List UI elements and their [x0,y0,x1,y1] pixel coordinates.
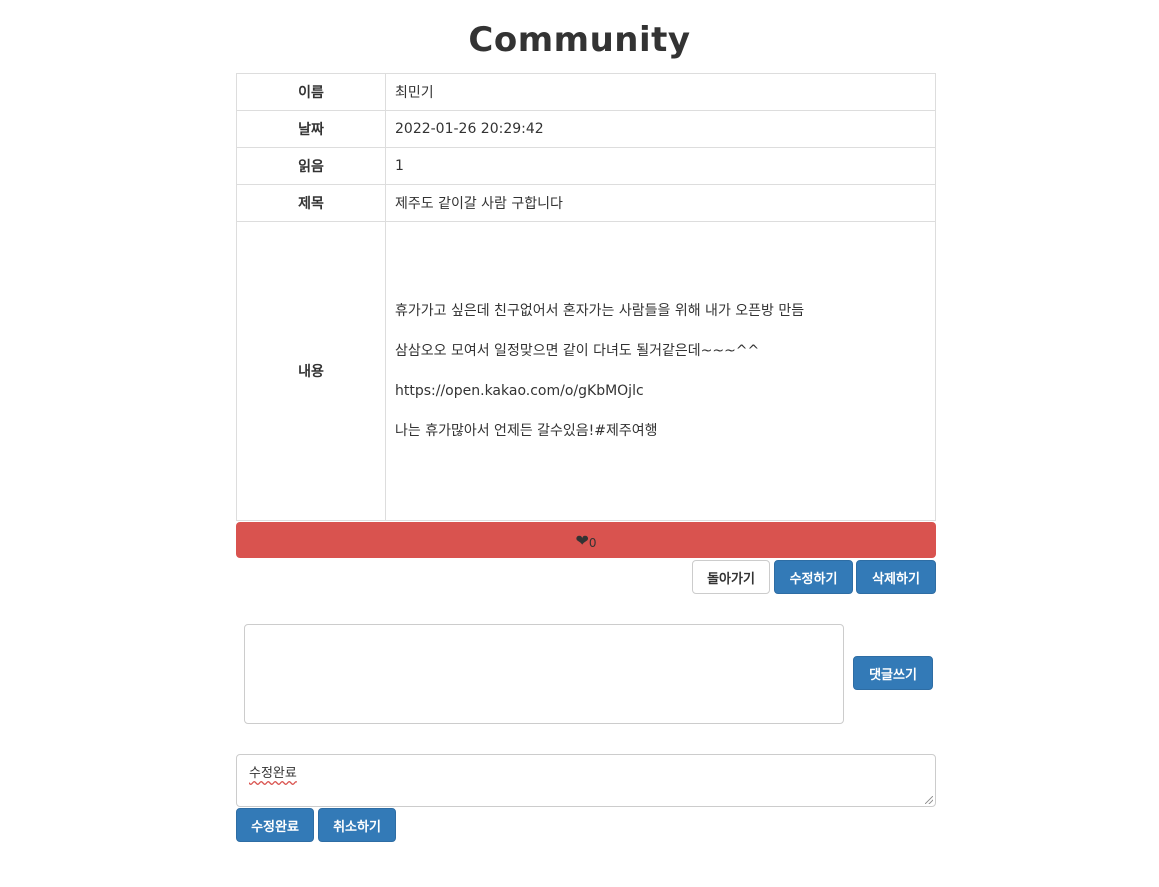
content-body: 휴가가고 싶은데 친구없어서 혼자가는 사람들을 위해 내가 오픈방 만듬 삼삼… [385,221,936,521]
page-title: Community [468,20,691,60]
table-row: 읽음 1 [236,147,936,185]
edit-comment-text: 수정완료 [249,766,297,781]
like-button[interactable]: ❤ 0 [236,522,936,558]
date-label: 날짜 [236,110,386,148]
name-label: 이름 [236,73,386,111]
table-row: 날짜 2022-01-26 20:29:42 [236,110,936,148]
heart-icon: ❤ [575,530,589,550]
content-line: 휴가가고 싶은데 친구없어서 혼자가는 사람들을 위해 내가 오픈방 만듬 [395,303,805,319]
cancel-edit-button[interactable]: 취소하기 [318,808,396,842]
confirm-edit-button[interactable]: 수정완료 [236,808,314,842]
views-value: 1 [385,147,936,185]
table-row: 내용 휴가가고 싶은데 친구없어서 혼자가는 사람들을 위해 내가 오픈방 만듬… [236,221,936,521]
like-count: 0 [588,536,597,550]
comment-input[interactable] [244,624,844,724]
content-line: 나는 휴가많아서 언제든 갈수있음!#제주여행 [395,423,658,439]
name-value: 최민기 [385,73,936,111]
subject-label: 제목 [236,184,386,222]
edit-button[interactable]: 수정하기 [774,560,853,594]
content-line: 삼삼오오 모여서 일정맞으면 같이 다녀도 될거같은데~~~^^ [395,343,760,359]
back-button[interactable]: 돌아가기 [692,560,770,594]
delete-button[interactable]: 삭제하기 [856,560,936,594]
content-label: 내용 [236,221,386,521]
post-detail-table: 이름 최민기 날짜 2022-01-26 20:29:42 읽음 1 제목 제주… [236,73,936,521]
date-value: 2022-01-26 20:29:42 [385,110,936,148]
resize-handle-icon[interactable] [925,796,933,804]
views-label: 읽음 [236,147,386,185]
table-row: 제목 제주도 같이갈 사람 구합니다 [236,184,936,222]
subject-value: 제주도 같이갈 사람 구합니다 [385,184,936,222]
table-row: 이름 최민기 [236,73,936,111]
edit-comment-input[interactable]: 수정완료 [236,754,936,807]
content-link[interactable]: https://open.kakao.com/o/gKbMOjlc [395,381,926,401]
comment-submit-button[interactable]: 댓글쓰기 [853,656,933,690]
